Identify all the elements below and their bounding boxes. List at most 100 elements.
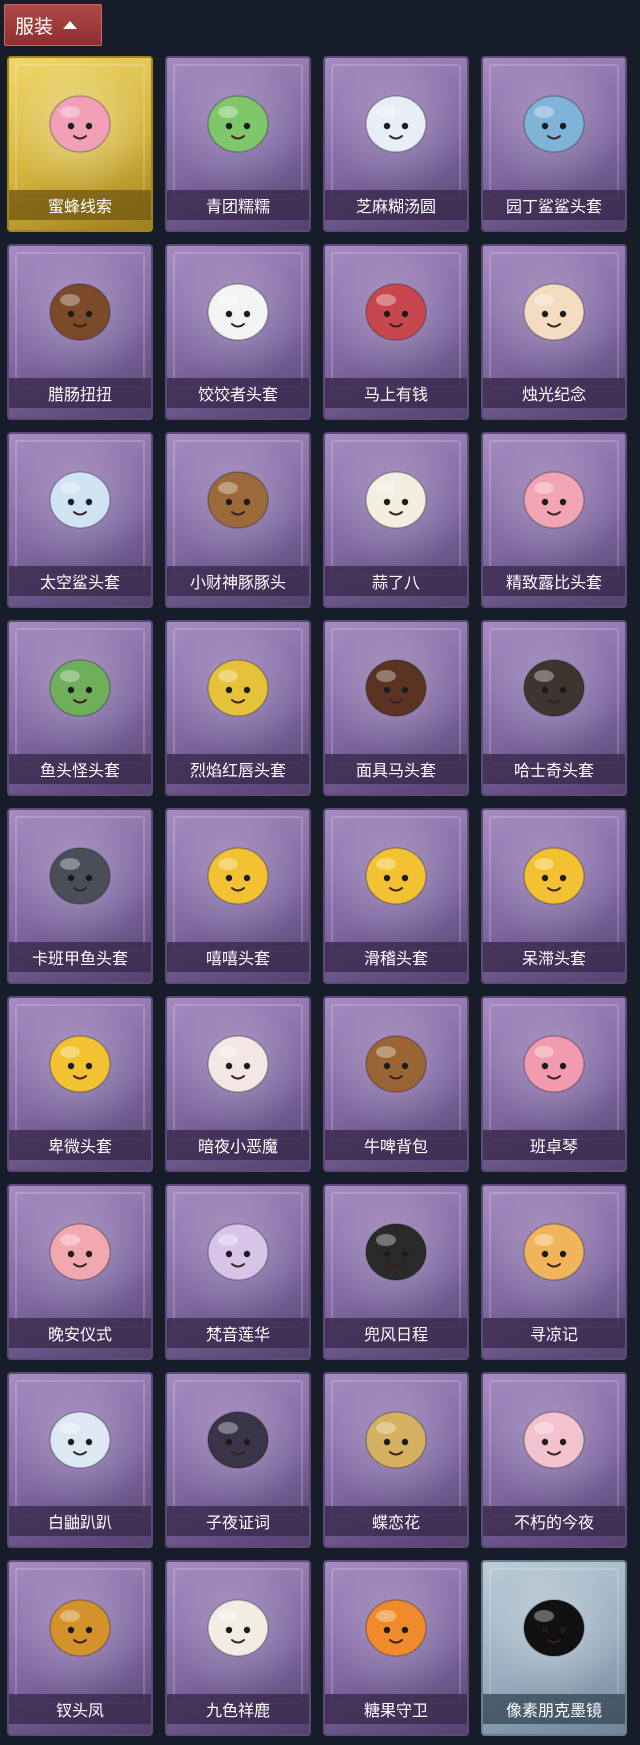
outfit-card[interactable]: 像素朋克墨镜 — [481, 1560, 627, 1736]
outfit-card[interactable]: 班卓琴 — [481, 996, 627, 1172]
outfit-card[interactable]: 不朽的今夜 — [481, 1372, 627, 1548]
outfit-name: 烛光纪念 — [483, 378, 625, 408]
outfit-thumbnail-icon — [523, 1599, 585, 1657]
outfit-card[interactable]: 烈焰红唇头套 — [165, 620, 311, 796]
outfit-card[interactable]: 钗头凤 — [7, 1560, 153, 1736]
outfit-thumbnail-icon — [207, 659, 269, 717]
outfit-thumbnail-icon — [365, 1599, 427, 1657]
outfit-thumbnail-icon — [365, 95, 427, 153]
outfit-card[interactable]: 梵音莲华 — [165, 1184, 311, 1360]
outfit-thumbnail-icon — [49, 283, 111, 341]
outfit-thumbnail-icon — [49, 659, 111, 717]
outfit-thumbnail-icon — [523, 471, 585, 529]
outfit-thumbnail-icon — [49, 1223, 111, 1281]
outfit-name: 哈士奇头套 — [483, 754, 625, 784]
outfit-card[interactable]: 腊肠扭扭 — [7, 244, 153, 420]
outfit-name: 糖果守卫 — [325, 1694, 467, 1724]
outfit-card[interactable]: 园丁鲨鲨头套 — [481, 56, 627, 232]
outfit-name: 烈焰红唇头套 — [167, 754, 309, 784]
outfit-card[interactable]: 蝶恋花 — [323, 1372, 469, 1548]
outfit-thumbnail-icon — [365, 1035, 427, 1093]
outfit-card[interactable]: 鱼头怪头套 — [7, 620, 153, 796]
outfit-thumbnail-icon — [365, 847, 427, 905]
outfit-thumbnail-icon — [207, 1599, 269, 1657]
outfit-name: 晚安仪式 — [9, 1318, 151, 1348]
outfit-card[interactable]: 子夜证词 — [165, 1372, 311, 1548]
outfit-card[interactable]: 饺饺者头套 — [165, 244, 311, 420]
outfit-name: 小财神豚豚头 — [167, 566, 309, 596]
outfit-thumbnail-icon — [365, 471, 427, 529]
outfit-thumbnail-icon — [49, 1411, 111, 1469]
outfit-thumbnail-icon — [523, 1223, 585, 1281]
outfit-card[interactable]: 呆滞头套 — [481, 808, 627, 984]
outfit-card[interactable]: 嘻嘻头套 — [165, 808, 311, 984]
outfit-name: 嘻嘻头套 — [167, 942, 309, 972]
outfit-thumbnail-icon — [207, 1223, 269, 1281]
outfit-card[interactable]: 面具马头套 — [323, 620, 469, 796]
outfit-name: 兜风日程 — [325, 1318, 467, 1348]
outfit-name: 园丁鲨鲨头套 — [483, 190, 625, 220]
outfit-thumbnail-icon — [207, 1411, 269, 1469]
outfit-thumbnail-icon — [523, 1411, 585, 1469]
outfit-name: 滑稽头套 — [325, 942, 467, 972]
outfit-name: 九色祥鹿 — [167, 1694, 309, 1724]
outfit-name: 太空鲨头套 — [9, 566, 151, 596]
outfit-card[interactable]: 芝麻糊汤圆 — [323, 56, 469, 232]
outfit-card[interactable]: 精致露比头套 — [481, 432, 627, 608]
outfit-category-label: 服装 — [15, 15, 54, 38]
outfit-card[interactable]: 卡班甲鱼头套 — [7, 808, 153, 984]
outfit-card[interactable]: 牛啤背包 — [323, 996, 469, 1172]
outfit-thumbnail-icon — [49, 847, 111, 905]
outfit-name: 蒜了八 — [325, 566, 467, 596]
outfit-thumbnail-icon — [523, 847, 585, 905]
outfit-card[interactable]: 太空鲨头套 — [7, 432, 153, 608]
outfit-thumbnail-icon — [523, 1035, 585, 1093]
outfit-card[interactable]: 暗夜小恶魔 — [165, 996, 311, 1172]
outfit-name: 牛啤背包 — [325, 1130, 467, 1160]
outfit-card[interactable]: 卑微头套 — [7, 996, 153, 1172]
outfit-thumbnail-icon — [523, 659, 585, 717]
outfit-name: 钗头凤 — [9, 1694, 151, 1724]
outfit-card[interactable]: 兜风日程 — [323, 1184, 469, 1360]
outfit-thumbnail-icon — [49, 1599, 111, 1657]
outfit-card[interactable]: 马上有钱 — [323, 244, 469, 420]
outfit-card[interactable]: 蒜了八 — [323, 432, 469, 608]
outfit-name: 蝶恋花 — [325, 1506, 467, 1536]
outfit-name: 梵音莲华 — [167, 1318, 309, 1348]
outfit-name: 卑微头套 — [9, 1130, 151, 1160]
outfit-name: 卡班甲鱼头套 — [9, 942, 151, 972]
outfit-name: 面具马头套 — [325, 754, 467, 784]
outfit-card[interactable]: 九色祥鹿 — [165, 1560, 311, 1736]
outfit-name: 鱼头怪头套 — [9, 754, 151, 784]
outfit-card[interactable]: 滑稽头套 — [323, 808, 469, 984]
outfit-thumbnail-icon — [523, 95, 585, 153]
outfit-card[interactable]: 寻凉记 — [481, 1184, 627, 1360]
outfit-name: 子夜证词 — [167, 1506, 309, 1536]
outfit-name: 寻凉记 — [483, 1318, 625, 1348]
outfit-name: 腊肠扭扭 — [9, 378, 151, 408]
outfit-card[interactable]: 烛光纪念 — [481, 244, 627, 420]
outfit-thumbnail-icon — [365, 1223, 427, 1281]
outfit-card[interactable]: 蜜蜂线索 — [7, 56, 153, 232]
outfit-name: 蜜蜂线索 — [9, 190, 151, 220]
outfit-card[interactable]: 糖果守卫 — [323, 1560, 469, 1736]
outfit-name: 呆滞头套 — [483, 942, 625, 972]
outfit-name: 青团糯糯 — [167, 190, 309, 220]
outfit-name: 白鼬趴趴 — [9, 1506, 151, 1536]
outfit-card[interactable]: 小财神豚豚头 — [165, 432, 311, 608]
outfit-name: 不朽的今夜 — [483, 1506, 625, 1536]
outfit-category-toggle[interactable]: 服装 — [4, 4, 102, 46]
outfit-thumbnail-icon — [207, 95, 269, 153]
outfit-thumbnail-icon — [207, 847, 269, 905]
chevron-up-icon — [63, 21, 78, 29]
outfit-thumbnail-icon — [365, 659, 427, 717]
outfit-thumbnail-icon — [49, 95, 111, 153]
outfit-card[interactable]: 青团糯糯 — [165, 56, 311, 232]
outfit-name: 马上有钱 — [325, 378, 467, 408]
outfit-thumbnail-icon — [49, 471, 111, 529]
outfit-name: 像素朋克墨镜 — [483, 1694, 625, 1724]
outfit-card[interactable]: 晚安仪式 — [7, 1184, 153, 1360]
outfit-card[interactable]: 哈士奇头套 — [481, 620, 627, 796]
outfit-thumbnail-icon — [365, 283, 427, 341]
outfit-card[interactable]: 白鼬趴趴 — [7, 1372, 153, 1548]
